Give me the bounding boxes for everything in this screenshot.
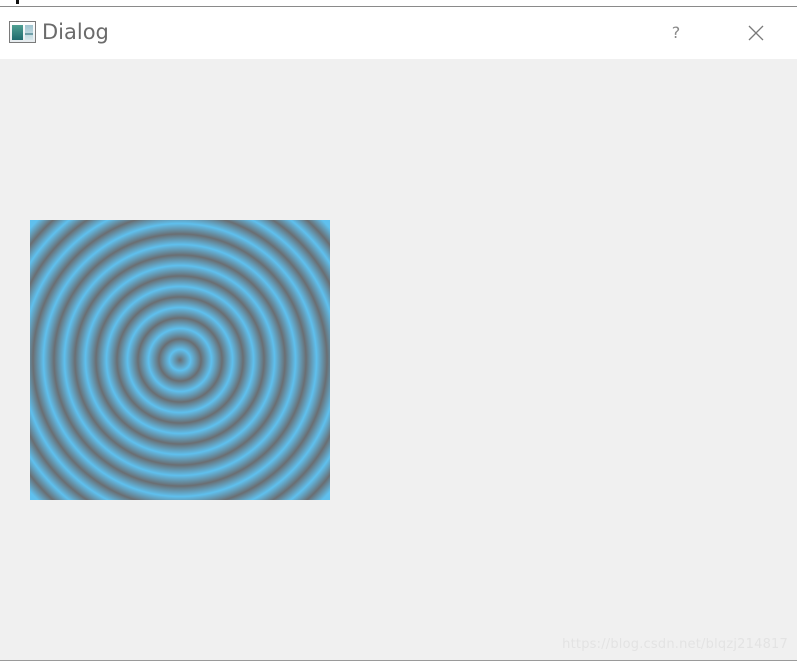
icon-strip	[25, 33, 33, 35]
title-bar[interactable]: Dialog ?	[0, 7, 797, 59]
desktop-top-edge	[0, 0, 797, 7]
question-mark-icon: ?	[671, 23, 681, 42]
concentric-rings-graphic	[30, 220, 330, 500]
dialog-window: Dialog ? https://blog.csdn.net/blqzj2148…	[0, 7, 797, 661]
dialog-window-icon[interactable]	[9, 21, 36, 43]
rings-fill	[30, 220, 330, 500]
screen: Dialog ? https://blog.csdn.net/blqzj2148…	[0, 0, 797, 663]
window-title: Dialog	[42, 20, 109, 44]
desktop-fragment	[16, 0, 19, 4]
close-x-icon	[748, 25, 764, 41]
watermark-text: https://blog.csdn.net/blqzj214817	[562, 637, 788, 652]
concentric-rings-image	[30, 220, 330, 500]
dialog-client-area: https://blog.csdn.net/blqzj214817	[0, 59, 797, 660]
close-button[interactable]	[731, 17, 783, 49]
help-button[interactable]: ?	[650, 17, 702, 49]
icon-pane-left	[12, 25, 23, 40]
